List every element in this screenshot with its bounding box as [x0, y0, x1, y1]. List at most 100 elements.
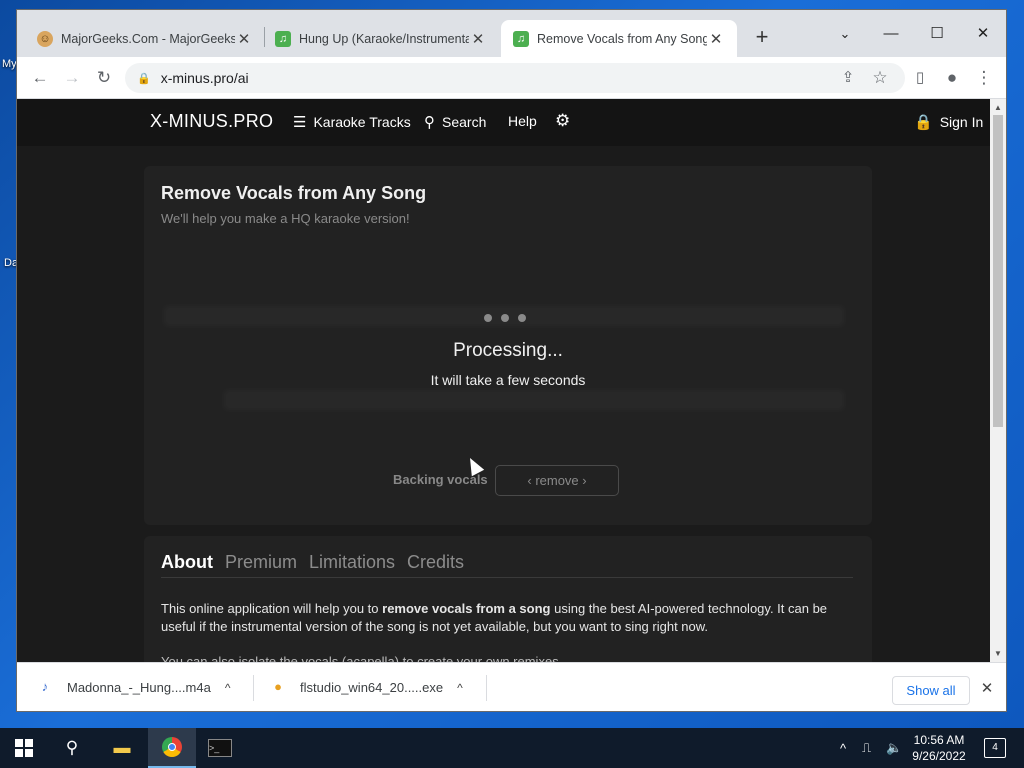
download-divider: [253, 675, 254, 701]
tab-search-button[interactable]: ⌄: [822, 20, 868, 48]
terminal-window: >_: [208, 739, 232, 757]
loading-dot: [518, 314, 526, 322]
clock-date: 9/26/2022: [912, 749, 966, 763]
clock-time: 10:56 AM: [913, 733, 965, 747]
flstudio-icon: ●: [274, 678, 282, 694]
terminal-icon[interactable]: >_: [196, 728, 244, 768]
tab-about[interactable]: About: [161, 552, 213, 577]
tab-title: Remove Vocals from Any Song: [537, 31, 707, 46]
chevron-up-icon[interactable]: ^: [225, 681, 231, 695]
hamburger-menu-icon: ☰: [293, 114, 307, 131]
windows-logo-icon: [15, 739, 33, 757]
browser-toolbar: ← → ↻ 🔒 x-minus.pro/ai ⇪ ☆ ▯ ● ⋮: [17, 57, 1006, 99]
tab-limitations[interactable]: Limitations: [309, 552, 395, 577]
minimize-button[interactable]: —: [868, 20, 914, 48]
address-bar[interactable]: 🔒 x-minus.pro/ai: [125, 63, 905, 93]
back-button[interactable]: ←: [26, 64, 54, 92]
forward-button[interactable]: →: [58, 64, 86, 92]
about-paragraph: This online application will help you to…: [161, 600, 851, 636]
close-icon[interactable]: ✕: [707, 30, 725, 48]
tab-hung-up[interactable]: ♫ Hung Up (Karaoke/Instrumental) ✕: [263, 20, 499, 57]
scrollbar-thumb[interactable]: [993, 115, 1003, 427]
tab-majorgeeks[interactable]: ☺ MajorGeeks.Com - MajorGeeks ✕: [25, 20, 265, 57]
network-icon[interactable]: ⎍: [862, 728, 871, 768]
close-window-button[interactable]: ✕: [960, 20, 1006, 48]
about-text-bold: remove vocals from a song: [382, 601, 551, 616]
scroll-up-arrow-icon[interactable]: ▲: [990, 101, 1006, 115]
browser-window: ☺ MajorGeeks.Com - MajorGeeks ✕ ♫ Hung U…: [17, 10, 1006, 711]
music-note-favicon-icon: ♫: [275, 30, 291, 47]
download-filename: Madonna_-_Hung....m4a: [67, 680, 211, 695]
music-note-favicon-icon: ♫: [513, 30, 529, 47]
volume-icon[interactable]: 🔈: [886, 728, 902, 768]
url-text: x-minus.pro/ai: [160, 70, 249, 86]
tab-premium[interactable]: Premium: [225, 552, 297, 577]
side-panel-icon[interactable]: ▯: [906, 64, 934, 92]
about-text-before: This online application will help you to: [161, 601, 383, 616]
bookmark-star-icon[interactable]: ☆: [866, 64, 894, 92]
download-item[interactable]: ● flstudio_win64_20.....exe ^: [270, 671, 463, 704]
download-divider: [486, 675, 487, 701]
search-icon[interactable]: ⚲: [48, 728, 96, 768]
system-clock[interactable]: 10:56 AM 9/26/2022: [904, 732, 974, 764]
nav-label: Help: [508, 113, 537, 129]
maximize-button[interactable]: ☐: [914, 20, 960, 48]
majorgeeks-favicon-icon: ☺: [37, 30, 53, 47]
nav-sign-in[interactable]: 🔒 Sign In: [914, 113, 983, 131]
info-tabs: About Premium Limitations Credits: [161, 552, 853, 578]
reload-button[interactable]: ↻: [90, 64, 118, 92]
download-item[interactable]: ♪ Madonna_-_Hung....m4a ^: [37, 671, 231, 704]
close-icon[interactable]: ✕: [469, 30, 487, 48]
desktop-icon-label[interactable]: My: [2, 58, 17, 70]
loading-dot: [501, 314, 509, 322]
nav-label: Karaoke Tracks: [313, 114, 411, 130]
tool-title: Remove Vocals from Any Song: [161, 183, 427, 203]
chrome-icon[interactable]: [148, 728, 196, 768]
show-hidden-icons-chevron-icon[interactable]: ^: [840, 728, 846, 768]
nav-search[interactable]: ⚲ Search: [424, 113, 486, 131]
scroll-down-arrow-icon[interactable]: ▼: [990, 647, 1006, 661]
show-all-button[interactable]: Show all: [892, 676, 970, 705]
start-button[interactable]: [0, 728, 48, 768]
search-icon: ⚲: [424, 114, 435, 131]
file-explorer-icon[interactable]: ▬: [98, 728, 146, 768]
download-shelf: ♪ Madonna_-_Hung....m4a ^ ● flstudio_win…: [17, 662, 1006, 711]
profile-icon[interactable]: ●: [938, 64, 966, 92]
site-logo[interactable]: X-MINUS.PRO: [150, 111, 273, 132]
tab-title: MajorGeeks.Com - MajorGeeks: [61, 31, 235, 46]
share-icon[interactable]: ⇪: [834, 64, 862, 92]
chrome-logo: [162, 737, 182, 757]
about-paragraph-2: You can also isolate the vocals (acapell…: [161, 654, 563, 662]
chevron-up-icon[interactable]: ^: [457, 681, 463, 695]
download-filename: flstudio_win64_20.....exe: [300, 680, 444, 695]
lock-icon[interactable]: 🔒: [137, 72, 151, 85]
close-icon[interactable]: ✕: [977, 679, 997, 697]
desktop-icon-label[interactable]: Da: [4, 257, 18, 269]
lock-icon: 🔒: [914, 114, 933, 131]
new-tab-button[interactable]: +: [748, 24, 776, 52]
audio-file-icon: ♪: [41, 678, 49, 694]
info-card: About Premium Limitations Credits This o…: [144, 536, 872, 662]
blurred-row: [224, 390, 844, 410]
loading-dot: [484, 314, 492, 322]
loading-indicator: [484, 314, 526, 322]
windows-taskbar: ⚲ ▬ >_ ^ ⎍ 🔈 10:56 AM 9/26/2022 4: [0, 728, 1024, 768]
menu-icon[interactable]: ⋮: [970, 64, 998, 92]
nav-label: Search: [442, 114, 487, 130]
tab-title: Hung Up (Karaoke/Instrumental): [299, 31, 469, 46]
tool-subtitle: We'll help you make a HQ karaoke version…: [161, 211, 410, 226]
site-navbar: X-MINUS.PRO ☰ Karaoke Tracks ⚲ Search He…: [17, 99, 990, 146]
processing-title: Processing...: [453, 340, 563, 361]
notification-center-icon[interactable]: 4: [984, 738, 1006, 758]
close-icon[interactable]: ✕: [235, 30, 253, 48]
settings-gear-icon[interactable]: ⚙: [555, 111, 570, 131]
nav-help[interactable]: Help: [508, 113, 537, 129]
tab-remove-vocals[interactable]: ♫ Remove Vocals from Any Song ✕: [501, 20, 737, 57]
processing-subtitle: It will take a few seconds: [430, 372, 586, 388]
tab-strip: ☺ MajorGeeks.Com - MajorGeeks ✕ ♫ Hung U…: [17, 10, 1006, 57]
nav-label: Sign In: [939, 114, 984, 130]
tab-credits[interactable]: Credits: [407, 552, 464, 577]
nav-karaoke-tracks[interactable]: ☰ Karaoke Tracks: [293, 113, 411, 131]
backing-vocals-remove-toggle[interactable]: ‹ remove ›: [495, 465, 619, 496]
vocal-remover-card: Remove Vocals from Any Song We'll help y…: [144, 166, 872, 525]
